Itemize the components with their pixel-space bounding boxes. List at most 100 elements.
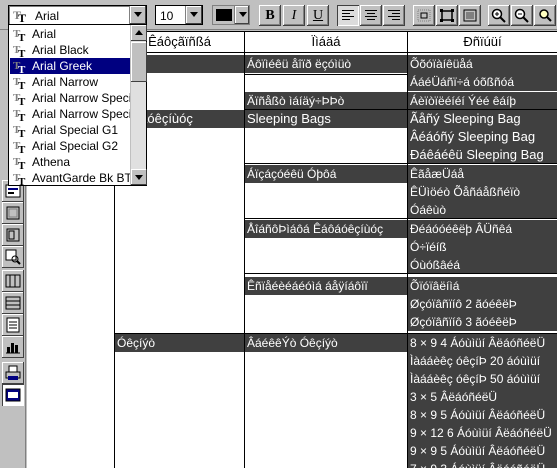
tool-chart[interactable] <box>2 336 24 358</box>
font-option-label: Arial Narrow <box>32 75 99 89</box>
font-option[interactable]: T T Arial Greek <box>10 58 131 74</box>
font-size-value: 10 <box>160 9 174 23</box>
scroll-down-button[interactable] <box>131 169 147 185</box>
product-cell[interactable]: Øçóïâñïíô 2 ãóéêëÞ <box>408 295 557 313</box>
tool-page[interactable] <box>2 314 24 336</box>
product-cell[interactable]: Ðéáóóéêëþ ÂÜñêá <box>408 220 557 238</box>
text-color-combo[interactable] <box>212 5 250 25</box>
product-cell[interactable]: Ìàááèêç óêçíÞ 50 áóùìüí <box>408 370 557 388</box>
font-option[interactable]: T T Arial Narrow <box>10 74 131 90</box>
product-cell[interactable]: Ìàááèêç óêçíÞ 20 áóùìüí <box>408 352 557 370</box>
font-option[interactable]: T T Arial Narrow Special <box>10 90 141 106</box>
page-icon <box>6 317 20 333</box>
product-cell[interactable]: Áèïòïëéíéí Ýéé êáíþ <box>408 92 557 110</box>
bold-button[interactable]: B <box>259 5 281 26</box>
font-dropdown-list[interactable]: T T Arial T T Arial Black T T Arial Greek T T Arial… <box>8 24 147 186</box>
product-cell[interactable]: ÁáéÜáñï÷á óõßñóá <box>408 73 557 91</box>
product-cell[interactable]: Ó÷ïéíß <box>408 238 557 256</box>
header-bottom-rule <box>114 52 557 53</box>
align-center-button[interactable] <box>360 5 382 26</box>
frame-icon <box>440 9 454 22</box>
tool-search[interactable] <box>2 246 24 268</box>
font-combo-arrow[interactable] <box>129 6 146 24</box>
group-cell[interactable]: Áïçáçóéêü Óþôá <box>245 165 407 183</box>
product-cell[interactable]: Õõóïàíêüåá <box>408 55 557 73</box>
product-cell[interactable]: 3 × 5 ÂëáóñéëÜ <box>408 388 557 406</box>
font-name-combo[interactable]: T T Arial <box>8 5 147 25</box>
font-option-label: Arial Narrow Special <box>32 91 141 105</box>
group-cell[interactable]: ÅîáñôÞìáôá Êáôáóêçíùóç <box>245 220 407 238</box>
italic-button[interactable]: I <box>283 5 305 26</box>
header-top-rule <box>114 31 557 32</box>
product-cell[interactable]: ÊÜìöéò Õåñáåßñéïò <box>408 183 557 201</box>
group-cell[interactable]: Äïñåßò ìáíäý÷ÞÞò <box>245 92 407 110</box>
product-cell[interactable]: Ðáêáéêü Sleeping Bag <box>408 146 557 164</box>
header-group[interactable]: Ïìáäá <box>245 33 407 51</box>
group-cell[interactable]: Sleeping Bags <box>245 110 407 128</box>
align-right-button[interactable] <box>383 5 405 26</box>
find-icon <box>539 9 552 22</box>
group-cell[interactable]: ÂáéêêÝò Óêçíýò <box>245 334 407 352</box>
scroll-thumb[interactable] <box>131 42 147 82</box>
align-center-icon <box>365 10 377 20</box>
tool-group[interactable] <box>2 224 24 246</box>
product-cell[interactable]: 9 × 12 6 Áóùìüí ÂëáóñéëÜ <box>408 424 557 442</box>
tool-box[interactable] <box>2 202 24 224</box>
row-divider <box>115 333 244 334</box>
frame-button[interactable] <box>436 5 458 26</box>
font-option[interactable]: T T Arial Special G1 <box>10 122 131 138</box>
font-option[interactable]: T T Arial <box>10 26 131 42</box>
fit-button[interactable] <box>459 5 481 26</box>
truetype-font-icon: TT <box>13 28 26 42</box>
bar-chart-icon <box>6 343 20 354</box>
row-divider <box>408 273 557 274</box>
product-cell[interactable]: Õïóïâëíìá <box>408 277 557 295</box>
font-option-label: Arial Special G2 <box>32 139 119 153</box>
font-option[interactable]: T T Arial Special G2 <box>10 138 131 154</box>
font-option[interactable]: T T Arial Black <box>10 42 131 58</box>
font-option[interactable]: T T Arial Narrow Special <box>10 106 141 122</box>
product-cell[interactable]: Ãåñý Sleeping Bag <box>408 110 557 128</box>
product-cell[interactable]: 8 × 9 4 Áóùìüí ÂëáóñéëÜ <box>408 334 557 352</box>
tool-preview[interactable] <box>2 384 24 406</box>
product-cell[interactable]: Óáêùò <box>408 201 557 219</box>
svg-text:T: T <box>18 112 26 122</box>
find-button[interactable] <box>534 5 556 26</box>
tool-print[interactable] <box>2 362 24 384</box>
header-product[interactable]: Ðñïúüí <box>408 33 557 51</box>
tool-columns[interactable] <box>2 270 24 292</box>
align-left-icon <box>342 10 354 20</box>
svg-text:T: T <box>18 176 26 186</box>
box-icon <box>6 206 20 220</box>
product-cell[interactable]: 8 × 9 5 Áóùìüí ÂëáóñéëÜ <box>408 406 557 424</box>
preview-icon <box>5 388 21 402</box>
product-cell[interactable]: 9 × 9 5 Áóùìüí ÂëáóñéëÜ <box>408 442 557 460</box>
font-option-label: Arial <box>32 27 57 41</box>
product-cell[interactable]: Óùóßâéá <box>408 256 557 274</box>
align-right-icon <box>388 10 400 20</box>
color-combo-arrow[interactable] <box>234 6 249 24</box>
zoom-in-button[interactable] <box>488 5 510 26</box>
category-cell[interactable]: Óêçíýò <box>115 334 244 352</box>
font-size-combo[interactable]: 10 <box>155 5 203 25</box>
svg-text:T: T <box>18 48 26 58</box>
product-cell[interactable]: 7 × 9 3 Áóùìüí ÂëáóñéëÜ <box>408 460 557 468</box>
group-cell[interactable]: Êñïåéèéáéóìá áåÿíáôïï <box>245 277 407 295</box>
underline-button[interactable]: U <box>307 5 329 26</box>
align-left-button[interactable] <box>337 5 359 26</box>
svg-text:T: T <box>18 32 26 42</box>
font-option[interactable]: T T Athena <box>10 154 131 170</box>
product-cell[interactable]: Âéáóñý Sleeping Bag <box>408 128 557 146</box>
dropdown-scrollbar[interactable] <box>130 25 147 185</box>
scroll-up-button[interactable] <box>131 25 147 41</box>
grid-button[interactable] <box>413 5 435 26</box>
zoom-out-button[interactable] <box>511 5 533 26</box>
font-option[interactable]: T T AvantGarde Bk BT <box>10 170 132 186</box>
product-cell[interactable]: Øçóïâñïíô 3 ãóéêëÞ <box>408 313 557 331</box>
row-divider <box>408 163 557 164</box>
size-combo-arrow[interactable] <box>185 6 202 24</box>
product-cell[interactable]: ÊãåæÜáå <box>408 165 557 183</box>
text-color-swatch <box>216 9 232 21</box>
tool-rows[interactable] <box>2 292 24 314</box>
group-cell[interactable]: Áôïìéêü åîïð ëçóìüò <box>245 55 407 73</box>
